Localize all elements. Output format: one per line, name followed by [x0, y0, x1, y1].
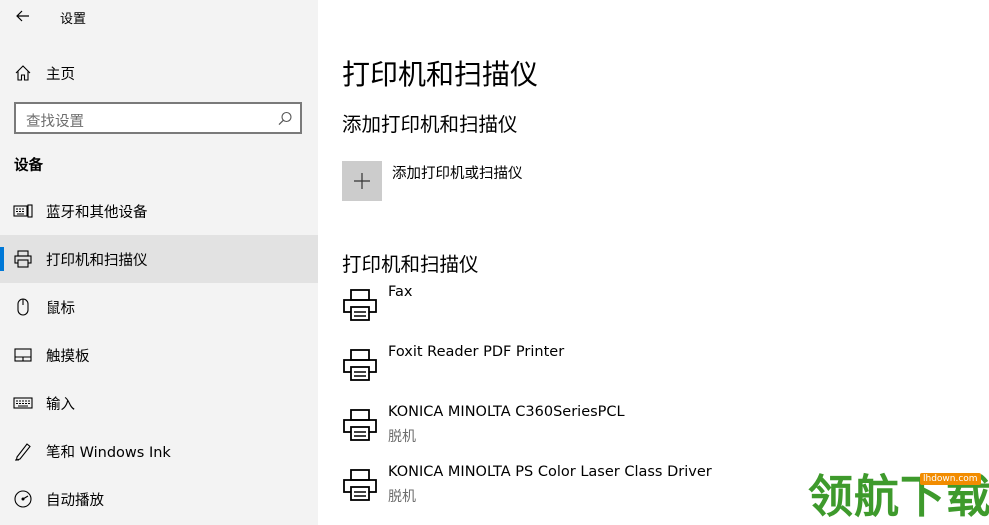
sidebar-item-mouse[interactable]: 鼠标 — [0, 283, 318, 331]
search-icon — [278, 111, 292, 126]
printer-item[interactable]: Fax — [342, 284, 942, 340]
printer-name: Foxit Reader PDF Printer — [388, 344, 565, 360]
add-printer-button[interactable] — [342, 161, 382, 201]
keyboard-icon — [13, 397, 33, 409]
printer-status: 脱机 — [388, 489, 416, 505]
sidebar: 设置 主页 查找设置 设备 蓝牙和其他设备 打印机和扫描仪 鼠标 触摸板 输入 … — [0, 0, 318, 525]
page-title: 打印机和扫描仪 — [342, 58, 539, 91]
plus-icon — [354, 173, 370, 189]
sidebar-item-touchpad[interactable]: 触摸板 — [0, 331, 318, 379]
active-indicator — [0, 247, 4, 271]
sidebar-item-autoplay[interactable]: 自动播放 — [0, 475, 318, 523]
home-label: 主页 — [46, 67, 75, 83]
home-nav-item[interactable]: 主页 — [0, 58, 318, 86]
back-arrow-icon — [16, 10, 29, 22]
search-input[interactable]: 查找设置 — [14, 102, 302, 134]
sidebar-item-typing[interactable]: 输入 — [0, 379, 318, 427]
printer-item[interactable]: KONICA MINOLTA C360SeriesPCL 脱机 — [342, 404, 942, 460]
sidebar-item-label: 鼠标 — [46, 301, 75, 317]
printer-icon — [343, 469, 377, 501]
printers-list-heading: 打印机和扫描仪 — [342, 253, 479, 276]
sidebar-item-label: 自动播放 — [46, 493, 104, 509]
sidebar-item-label: 笔和 Windows Ink — [46, 445, 171, 461]
back-button[interactable] — [12, 5, 34, 27]
printer-name: KONICA MINOLTA C360SeriesPCL — [388, 404, 625, 420]
add-printer-label[interactable]: 添加打印机或扫描仪 — [392, 162, 523, 183]
printer-status: 脱机 — [388, 429, 416, 445]
add-section-heading: 添加打印机和扫描仪 — [342, 113, 518, 136]
sidebar-item-label: 打印机和扫描仪 — [46, 253, 148, 269]
printer-icon — [343, 349, 377, 381]
printer-name: KONICA MINOLTA PS Color Laser Class Driv… — [388, 464, 712, 480]
printer-icon — [343, 409, 377, 441]
sidebar-item-pen[interactable]: 笔和 Windows Ink — [0, 427, 318, 475]
sidebar-item-label: 触摸板 — [46, 349, 90, 365]
touchpad-icon — [14, 348, 32, 362]
sidebar-item-printers[interactable]: 打印机和扫描仪 — [0, 235, 318, 283]
sidebar-item-label: 输入 — [46, 397, 75, 413]
mouse-icon — [17, 298, 29, 316]
autoplay-icon — [14, 490, 32, 508]
printer-item[interactable]: Foxit Reader PDF Printer — [342, 344, 942, 400]
home-icon — [15, 65, 31, 81]
bluetooth-devices-icon — [13, 204, 33, 218]
sidebar-item-bluetooth[interactable]: 蓝牙和其他设备 — [0, 187, 318, 235]
section-label-devices: 设备 — [14, 158, 43, 174]
title-bar: 设置 — [0, 0, 318, 32]
watermark-url: lhdown.com — [920, 473, 981, 485]
printer-name: Fax — [388, 284, 413, 300]
watermark-logo: 领航下载 lhdown.com — [808, 468, 989, 525]
sidebar-item-label: 蓝牙和其他设备 — [46, 205, 148, 221]
printer-icon — [343, 289, 377, 321]
printer-icon — [14, 250, 32, 268]
pen-icon — [15, 443, 31, 461]
search-placeholder: 查找设置 — [26, 114, 84, 130]
window-title: 设置 — [60, 12, 87, 27]
